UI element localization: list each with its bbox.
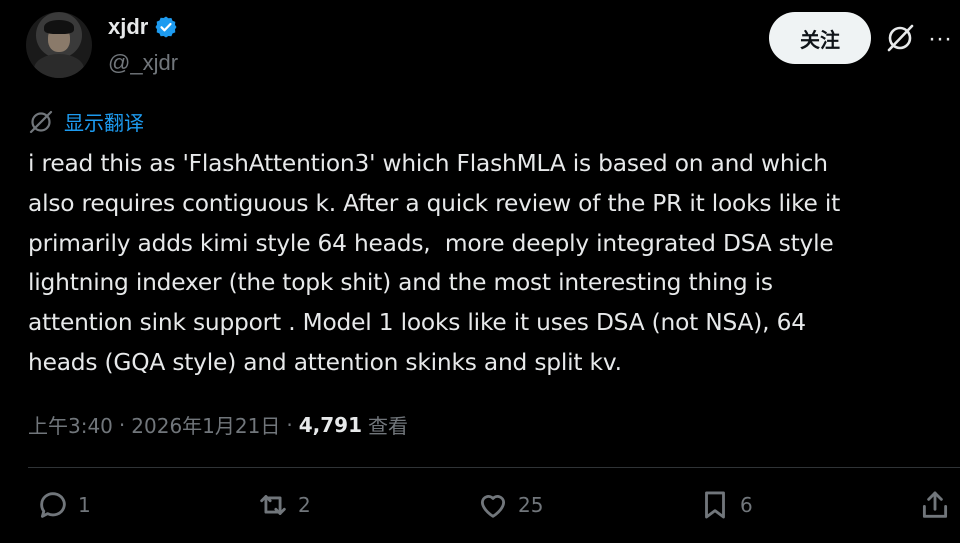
meta-separator: · [286,412,293,437]
reply-count: 1 [78,493,91,517]
repost-count: 2 [298,493,311,517]
name-row: xjdr [108,14,178,40]
display-name[interactable]: xjdr [108,14,148,40]
tweet-text: i read this as 'FlashAttention3' which F… [28,150,841,376]
views-label[interactable]: 查看 [368,410,408,439]
like-button[interactable]: 25 [476,488,543,522]
author-handle[interactable]: @_xjdr [108,50,178,76]
like-count: 25 [518,493,544,517]
divider [28,467,960,468]
action-bar: 1 2 25 6 [0,488,960,528]
tweet-header: xjdr @_xjdr 关注 ··· [26,12,960,82]
bookmark-icon [705,491,725,519]
reply-button[interactable]: 1 [36,488,91,522]
reply-icon [40,492,66,518]
share-icon [922,491,948,518]
repost-button[interactable]: 2 [256,488,311,522]
repost-icon [260,495,286,515]
tweet-time[interactable]: 上午3:40 [28,410,113,439]
show-translation-label[interactable]: 显示翻译 [64,107,144,136]
views-count[interactable]: 4,791 [299,413,362,437]
verified-badge-icon [154,15,178,39]
globe-icon [28,109,54,135]
grok-icon[interactable] [884,22,916,54]
follow-button[interactable]: 关注 [769,12,871,64]
more-options-icon[interactable]: ··· [928,24,958,54]
avatar-shoulders [34,54,84,78]
meta-separator: · [118,412,126,437]
avatar-hair [44,20,74,34]
share-button[interactable] [918,488,952,522]
avatar[interactable] [26,12,92,78]
bookmark-button[interactable]: 6 [698,488,753,522]
heart-icon [480,495,506,518]
bookmark-count: 6 [740,493,753,517]
tweet-meta: 上午3:40 · 2026年1月21日 · 4,791 查看 [28,410,408,439]
tweet-date[interactable]: 2026年1月21日 [131,410,280,439]
show-translation-link[interactable]: 显示翻译 [28,107,144,136]
